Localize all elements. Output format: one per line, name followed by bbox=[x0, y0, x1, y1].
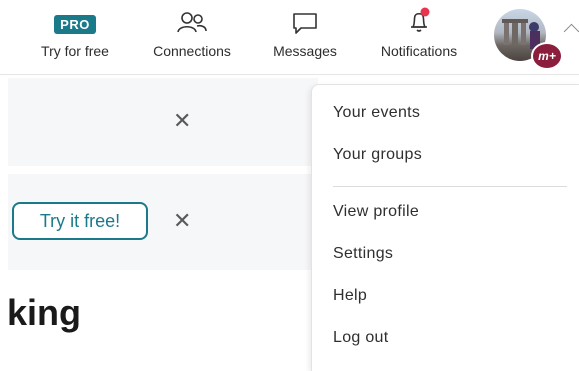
page-heading: king bbox=[7, 292, 82, 333]
menu-divider bbox=[333, 186, 567, 187]
menu-item-view-profile[interactable]: View profile bbox=[333, 203, 419, 221]
meetup-plus-badge: m+ bbox=[531, 42, 563, 70]
menu-item-help[interactable]: Help bbox=[333, 287, 367, 305]
connections-icon bbox=[176, 6, 208, 36]
notifications-nav[interactable]: Notifications bbox=[366, 6, 472, 68]
try-it-free-button[interactable]: Try it free! bbox=[12, 202, 148, 240]
chevron-icon[interactable] bbox=[563, 23, 579, 40]
try-for-free-label: Try for free bbox=[41, 43, 109, 59]
menu-item-your-events[interactable]: Your events bbox=[333, 104, 420, 122]
close-icon-2[interactable]: ✕ bbox=[173, 210, 191, 232]
menu-item-settings[interactable]: Settings bbox=[333, 245, 393, 263]
connections-nav[interactable]: Connections bbox=[140, 6, 244, 68]
connections-label: Connections bbox=[153, 43, 231, 59]
pro-badge-container: PRO bbox=[54, 6, 96, 36]
pro-badge: PRO bbox=[54, 15, 96, 34]
close-icon[interactable]: ✕ bbox=[173, 110, 191, 132]
notifications-label: Notifications bbox=[380, 43, 458, 59]
messages-label: Messages bbox=[273, 43, 337, 59]
top-navigation: PRO Try for free Connections Messages No… bbox=[0, 0, 579, 75]
messages-nav[interactable]: Messages bbox=[262, 6, 348, 68]
bell-icon bbox=[404, 6, 434, 36]
promo-banner-1 bbox=[8, 78, 318, 166]
message-icon bbox=[290, 6, 320, 36]
account-dropdown-menu: Your events Your groups View profile Set… bbox=[311, 84, 579, 371]
menu-item-log-out[interactable]: Log out bbox=[333, 329, 388, 347]
try-for-free-nav[interactable]: PRO Try for free bbox=[30, 6, 120, 68]
menu-item-your-groups[interactable]: Your groups bbox=[333, 146, 422, 164]
